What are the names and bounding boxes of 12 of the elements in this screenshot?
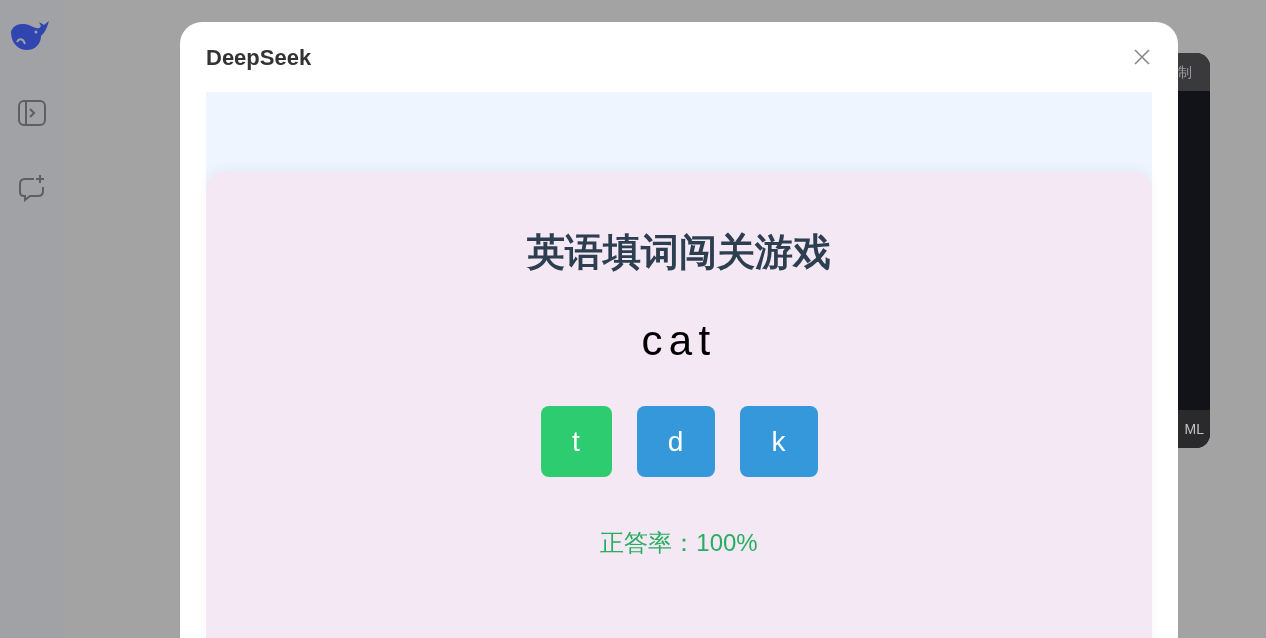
word-text: cat	[641, 316, 717, 366]
letter-option-button[interactable]: d	[636, 406, 715, 477]
sidebar-toggle-icon[interactable]	[18, 100, 46, 126]
game-title: 英语填词闯关游戏	[527, 230, 831, 275]
letter-option-button[interactable]: t	[540, 406, 612, 477]
new-chat-icon[interactable]	[18, 174, 46, 202]
panel-header-text: 制	[1178, 62, 1192, 82]
letter-option-button[interactable]: k	[739, 406, 818, 477]
accuracy-text: 正答率：100%	[600, 528, 758, 558]
dialog-title: DeepSeek	[206, 43, 312, 72]
close-icon[interactable]	[1134, 49, 1150, 65]
panel-footer-text: ML	[1184, 419, 1204, 439]
